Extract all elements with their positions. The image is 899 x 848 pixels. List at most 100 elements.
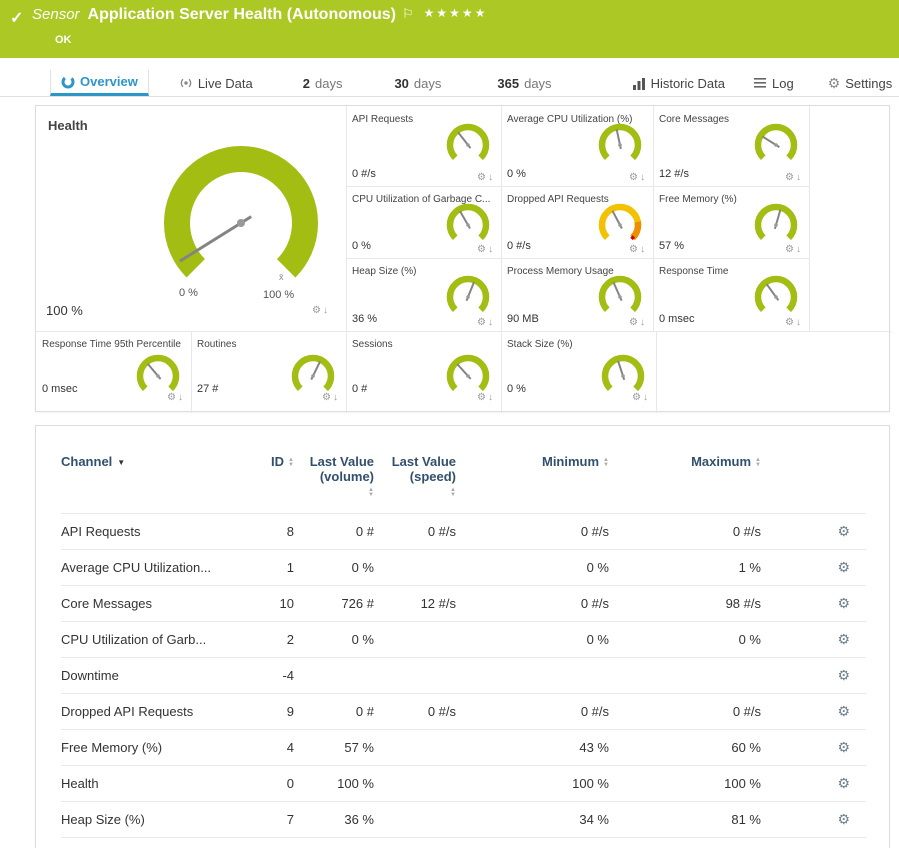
gauge-download-icon[interactable]: ↓ bbox=[178, 392, 185, 403]
table-row[interactable]: Process Memory Usage 5 90 MB 87 MB 113 M… bbox=[61, 838, 866, 848]
tab-2-days[interactable]: 2 days bbox=[293, 70, 353, 96]
table-row[interactable]: Health 0 100 % 100 % 100 % ⚙ bbox=[61, 766, 866, 802]
gauge-dial[interactable] bbox=[443, 272, 493, 322]
channel-settings-icon[interactable]: ⚙ bbox=[763, 622, 866, 658]
gauge-settings-icon[interactable]: ⚙ bbox=[785, 244, 796, 255]
gauge-download-icon[interactable]: ↓ bbox=[488, 172, 495, 183]
gauge-cell-gc-cpu[interactable]: CPU Utilization of Garbage C... 0 % ⚙↓ bbox=[346, 186, 501, 258]
gauge-cell-response-time[interactable]: Response Time 0 msec ⚙↓ bbox=[653, 258, 809, 331]
table-row[interactable]: Dropped API Requests 9 0 # 0 #/s 0 #/s 0… bbox=[61, 694, 866, 730]
gauge-settings-icon[interactable]: ⚙ bbox=[785, 317, 796, 328]
gauge-download-icon[interactable]: ↓ bbox=[640, 172, 647, 183]
table-row[interactable]: Downtime -4 ⚙ bbox=[61, 658, 866, 694]
gauge-download-icon[interactable]: ↓ bbox=[488, 392, 495, 403]
sort-arrows-icon: ▲▼ bbox=[755, 458, 761, 468]
table-row[interactable]: CPU Utilization of Garb... 2 0 % 0 % 0 %… bbox=[61, 622, 866, 658]
gauge-scale-max: 100 % bbox=[263, 289, 294, 301]
gauge-settings-icon[interactable]: ⚙ bbox=[477, 317, 488, 328]
tab-live-data[interactable]: Live Data bbox=[169, 70, 263, 96]
health-gauge-dial[interactable] bbox=[146, 128, 336, 318]
gauge-settings-icon[interactable]: ⚙ bbox=[785, 172, 796, 183]
channel-settings-icon[interactable]: ⚙ bbox=[763, 586, 866, 622]
minimum-value: 34 % bbox=[458, 802, 611, 838]
gauge-download-icon[interactable]: ↓ bbox=[640, 317, 647, 328]
gauge-cell-routines[interactable]: Routines 27 # ⚙↓ bbox=[191, 331, 346, 413]
gauge-cell-avg-cpu[interactable]: Average CPU Utilization (%) 0 % ⚙↓ bbox=[501, 106, 653, 186]
gauge-download-icon[interactable]: ↓ bbox=[488, 244, 495, 255]
minimum-value: 87 MB bbox=[458, 838, 611, 848]
gauge-dial-warning[interactable] bbox=[595, 200, 645, 250]
gauge-download-icon[interactable]: ↓ bbox=[796, 317, 803, 328]
gauge-settings-icon[interactable]: ⚙ bbox=[312, 305, 323, 316]
table-row[interactable]: API Requests 8 0 # 0 #/s 0 #/s 0 #/s ⚙ bbox=[61, 514, 866, 550]
channel-settings-icon[interactable]: ⚙ bbox=[763, 766, 866, 802]
gauge-download-icon[interactable]: ↓ bbox=[488, 317, 495, 328]
column-header-last-value-volume[interactable]: Last Value (volume)▲▼ bbox=[296, 454, 376, 514]
sort-arrows-icon: ▲▼ bbox=[368, 488, 374, 498]
gauge-settings-icon[interactable]: ⚙ bbox=[477, 172, 488, 183]
gauge-dial[interactable] bbox=[443, 120, 493, 170]
gauge-value: 0 msec bbox=[42, 383, 77, 395]
last-value-volume: 90 MB bbox=[296, 838, 376, 848]
gauge-dial[interactable] bbox=[751, 272, 801, 322]
tab-historic-data[interactable]: Historic Data bbox=[622, 70, 735, 96]
gauge-settings-icon[interactable]: ⚙ bbox=[629, 244, 640, 255]
gauge-settings-icon[interactable]: ⚙ bbox=[632, 392, 643, 403]
channel-settings-icon[interactable]: ⚙ bbox=[763, 694, 866, 730]
gauge-settings-icon[interactable]: ⚙ bbox=[477, 244, 488, 255]
gauge-settings-icon[interactable]: ⚙ bbox=[629, 317, 640, 328]
channel-settings-icon[interactable]: ⚙ bbox=[763, 658, 866, 694]
channel-settings-icon[interactable]: ⚙ bbox=[763, 514, 866, 550]
gauge-settings-icon[interactable]: ⚙ bbox=[629, 172, 640, 183]
gauge-title: Stack Size (%) bbox=[507, 339, 654, 350]
table-row[interactable]: Average CPU Utilization... 1 0 % 0 % 1 %… bbox=[61, 550, 866, 586]
gauge-cell-dropped-api[interactable]: Dropped API Requests 0 #/s ⚙↓ bbox=[501, 186, 653, 258]
gauge-dial[interactable] bbox=[595, 272, 645, 322]
gauge-cell-process-memory[interactable]: Process Memory Usage 90 MB ⚙↓ bbox=[501, 258, 653, 331]
gauge-cell-core-messages[interactable]: Core Messages 12 #/s ⚙↓ bbox=[653, 106, 809, 186]
gauge-value: 0 # bbox=[352, 383, 367, 395]
column-header-last-value-speed[interactable]: Last Value (speed)▲▼ bbox=[376, 454, 458, 514]
gauge-download-icon[interactable]: ↓ bbox=[323, 305, 330, 316]
channel-settings-icon[interactable]: ⚙ bbox=[763, 550, 866, 586]
gauge-download-icon[interactable]: ↓ bbox=[333, 392, 340, 403]
gauge-settings-icon[interactable]: ⚙ bbox=[167, 392, 178, 403]
tab-overview[interactable]: Overview bbox=[50, 70, 149, 96]
priority-stars[interactable]: ★★★★★ bbox=[424, 6, 488, 20]
tab-log[interactable]: Log bbox=[743, 70, 804, 96]
gauge-cell-rt-95th[interactable]: Response Time 95th Percentile 0 msec ⚙↓ bbox=[36, 331, 191, 413]
gauge-download-icon[interactable]: ↓ bbox=[640, 244, 647, 255]
column-header-maximum[interactable]: Maximum▲▼ bbox=[611, 454, 763, 514]
historic-data-chart-icon bbox=[632, 77, 646, 90]
gauge-settings-icon[interactable]: ⚙ bbox=[322, 392, 333, 403]
gauge-download-icon[interactable]: ↓ bbox=[796, 172, 803, 183]
last-value-speed: 0 #/s bbox=[376, 694, 458, 730]
gauge-cell-api-requests[interactable]: API Requests 0 #/s ⚙↓ bbox=[346, 106, 501, 186]
gauge-settings-icon[interactable]: ⚙ bbox=[477, 392, 488, 403]
column-header-minimum[interactable]: Minimum▲▼ bbox=[458, 454, 611, 514]
gauge-cell-heap-size[interactable]: Heap Size (%) 36 % ⚙↓ bbox=[346, 258, 501, 331]
gauge-dial[interactable] bbox=[751, 200, 801, 250]
tab-30-days[interactable]: 30 days bbox=[384, 70, 451, 96]
gauge-cell-sessions[interactable]: Sessions 0 # ⚙↓ bbox=[346, 331, 501, 413]
table-row[interactable]: Free Memory (%) 4 57 % 43 % 60 % ⚙ bbox=[61, 730, 866, 766]
tab-365-days[interactable]: 365 days bbox=[487, 70, 561, 96]
table-row[interactable]: Heap Size (%) 7 36 % 34 % 81 % ⚙ bbox=[61, 802, 866, 838]
channel-settings-icon[interactable]: ⚙ bbox=[763, 730, 866, 766]
gauge-dial[interactable] bbox=[443, 200, 493, 250]
channel-settings-icon[interactable]: ⚙ bbox=[763, 838, 866, 848]
tab-settings[interactable]: ⚙ Settings bbox=[818, 70, 899, 96]
priority-flag-icon[interactable]: ⚐ bbox=[402, 6, 414, 21]
table-row[interactable]: Core Messages 10 726 # 12 #/s 0 #/s 98 #… bbox=[61, 586, 866, 622]
column-header-id[interactable]: ID▲▼ bbox=[251, 454, 296, 514]
gauge-dial[interactable] bbox=[751, 120, 801, 170]
gauge-download-icon[interactable]: ↓ bbox=[796, 244, 803, 255]
gauge-cell-stack-size[interactable]: Stack Size (%) 0 % ⚙↓ bbox=[501, 331, 656, 413]
tab-settings-label: Settings bbox=[845, 76, 892, 91]
channel-settings-icon[interactable]: ⚙ bbox=[763, 802, 866, 838]
gauge-cell-free-memory[interactable]: Free Memory (%) 57 % ⚙↓ bbox=[653, 186, 809, 258]
gauge-dial[interactable] bbox=[595, 120, 645, 170]
column-header-channel[interactable]: Channel▼ bbox=[61, 454, 251, 514]
gauge-download-icon[interactable]: ↓ bbox=[643, 392, 650, 403]
channel-id: 1 bbox=[251, 550, 296, 586]
